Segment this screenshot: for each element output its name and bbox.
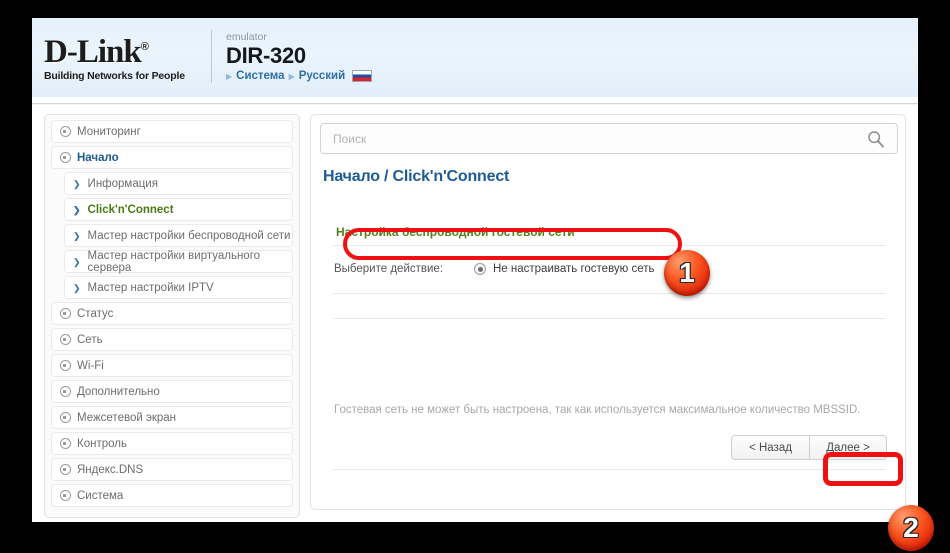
sidebar-item[interactable]: Статус	[51, 302, 293, 325]
chevron-right-icon: ❯	[73, 230, 81, 241]
menu-bullet-icon	[60, 464, 71, 475]
chevron-right-icon: ❯	[73, 204, 81, 215]
search-icon[interactable]	[867, 130, 885, 148]
model-block: emulator DIR-320 ▶ Система ▶ Русский	[212, 30, 373, 82]
header-nav: ▶ Система ▶ Русский	[226, 70, 373, 82]
breadcrumb-current: Click'n'Connect	[392, 168, 510, 185]
chevron-right-icon: ▶	[226, 71, 233, 81]
menu-bullet-icon	[60, 438, 71, 449]
section-title: Настройка беспроводной гостевой сети	[336, 225, 575, 239]
next-button[interactable]: Далее >	[809, 435, 887, 460]
content-panel: Начало / Click'n'Connect Настройка беспр…	[310, 114, 906, 510]
chevron-right-icon: ❯	[73, 178, 81, 189]
sidebar-item[interactable]: Начало	[51, 146, 293, 169]
sidebar-item-label: Мониторинг	[77, 125, 141, 138]
divider-above-buttons	[333, 469, 885, 470]
sidebar-item-label: Яндекс.DNS	[77, 463, 144, 476]
sidebar-item[interactable]: Wi-Fi	[51, 354, 293, 377]
sidebar-item-label: Click'n'Connect	[87, 203, 174, 216]
radio-no-guest-network[interactable]: Не настраивать гостевую сеть	[474, 263, 655, 275]
sidebar-item[interactable]: ❯ Мастер настройки виртуального сервера	[64, 249, 293, 274]
sidebar-item[interactable]: ❯ Мастер настройки беспроводной сети	[64, 224, 293, 247]
sidebar-item-label: Мастер настройки IPTV	[87, 281, 214, 294]
registered-trademark-icon: ®	[140, 41, 149, 53]
sidebar-item[interactable]: ❯ Click'n'Connect	[64, 198, 293, 221]
menu-bullet-icon	[60, 490, 71, 501]
sidebar-item-label: Контроль	[77, 437, 127, 450]
sidebar-item[interactable]: Дополнительно	[51, 380, 293, 403]
sidebar-item[interactable]: Контроль	[51, 432, 293, 455]
header-inner: D-Link® Building Networks for People emu…	[44, 30, 373, 83]
sidebar-item[interactable]: Система	[51, 484, 293, 507]
search-box[interactable]	[320, 123, 898, 154]
sidebar-item[interactable]: Мониторинг	[51, 120, 293, 143]
sidebar-item[interactable]: ❯ Информация	[64, 172, 293, 195]
sidebar-item-label: Информация	[87, 177, 158, 190]
emulator-page: D-Link® Building Networks for People emu…	[32, 18, 918, 522]
sidebar-item-label: Сеть	[77, 333, 103, 346]
info-message: Гостевая сеть не может быть настроена, т…	[334, 404, 861, 416]
page-header: D-Link® Building Networks for People emu…	[32, 18, 918, 97]
sidebar-item[interactable]: Сеть	[51, 328, 293, 351]
breadcrumb-separator: /	[384, 168, 389, 185]
divider-above-info	[333, 318, 885, 319]
sidebar-item-label: Мастер настройки беспроводной сети	[87, 229, 291, 242]
breadcrumb: Начало / Click'n'Connect	[323, 168, 509, 186]
sidebar-item[interactable]: Яндекс.DNS	[51, 458, 293, 481]
menu-bullet-icon	[60, 360, 71, 371]
model-name: DIR-320	[226, 43, 306, 68]
logo-tagline: Building Networks for People	[44, 70, 185, 82]
sidebar-menu: Мониторинг Начало ❯ Информация ❯ Click'n'Conn…	[44, 114, 300, 518]
body-wrap: Мониторинг Начало ❯ Информация ❯ Click'n'Conn…	[32, 106, 918, 522]
nav-language-link[interactable]: Русский	[299, 70, 345, 82]
menu-bullet-icon	[60, 386, 71, 397]
chevron-right-icon: ▶	[288, 71, 295, 81]
sidebar-item-label: Мастер настройки виртуального сервера	[87, 249, 261, 274]
logo-wordmark: D-Link®	[44, 30, 197, 69]
sidebar-item[interactable]: Межсетевой экран	[51, 406, 293, 429]
radio-button-icon[interactable]	[474, 263, 486, 275]
sidebar-item-label: Межсетевой экран	[77, 411, 177, 424]
sidebar-item-label: Дополнительно	[77, 385, 160, 398]
back-button[interactable]: < Назад	[731, 435, 809, 460]
divider-below-form	[333, 293, 885, 294]
action-label: Выберите действие:	[334, 263, 444, 275]
search-input[interactable]	[321, 127, 865, 150]
chevron-right-icon: ❯	[73, 282, 81, 293]
divider-above-form	[333, 245, 885, 246]
radio-label[interactable]: Не настраивать гостевую сеть	[493, 263, 655, 275]
dlink-logo[interactable]: D-Link® Building Networks for People	[44, 30, 212, 83]
sidebar-item-label: Начало	[77, 151, 119, 164]
menu-bullet-icon	[60, 412, 71, 423]
wizard-button-bar: < Назад Далее >	[731, 435, 887, 460]
menu-bullet-icon	[60, 308, 71, 319]
breadcrumb-root[interactable]: Начало	[323, 168, 380, 185]
sidebar-item[interactable]: ❯ Мастер настройки IPTV	[64, 276, 293, 299]
emulator-label: emulator	[226, 31, 267, 43]
menu-bullet-icon	[60, 126, 71, 137]
sidebar-item-label: Wi-Fi	[77, 359, 104, 372]
action-form-row: Выберите действие: Не настраивать гостев…	[334, 251, 885, 287]
menu-bullet-icon	[60, 152, 71, 163]
nav-system-link[interactable]: Система	[236, 70, 284, 82]
menu-bullet-icon	[60, 334, 71, 345]
header-divider-shadow	[32, 104, 918, 105]
russian-flag-icon[interactable]	[352, 70, 373, 82]
logo-wordmark-text: D-Link	[44, 34, 142, 70]
chevron-right-icon: ❯	[73, 256, 81, 267]
sidebar-item-label: Система	[77, 489, 124, 502]
sidebar-item-label: Статус	[77, 307, 114, 320]
